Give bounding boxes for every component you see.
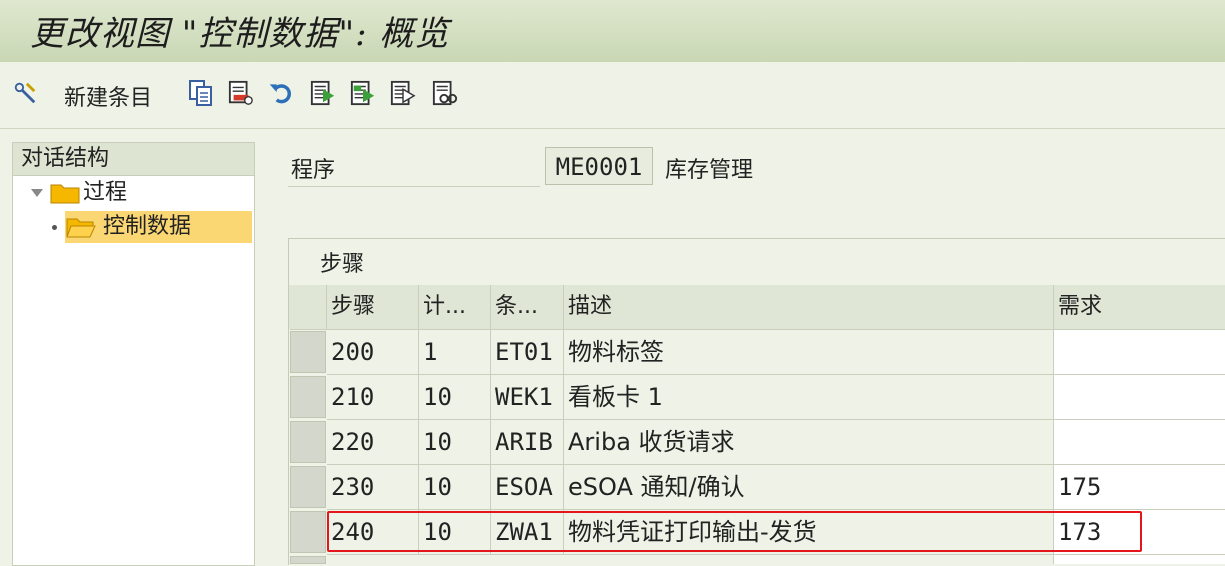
delete-icon[interactable] xyxy=(228,78,254,108)
open-folder-icon xyxy=(66,218,96,238)
copy-icon[interactable] xyxy=(188,78,214,108)
cell-step: 220 xyxy=(327,420,419,465)
row-selector[interactable] xyxy=(290,331,326,373)
column-header-requirement[interactable]: 需求 xyxy=(1054,285,1225,330)
tree-item-label: 控制数据 xyxy=(103,214,192,239)
program-description: 库存管理 xyxy=(665,158,754,183)
steps-table-title: 步骤 xyxy=(320,252,365,277)
column-header-condition[interactable]: 条... xyxy=(491,285,564,330)
cell-condition: ET01 xyxy=(491,330,564,375)
column-header-counter[interactable]: 计... xyxy=(419,285,491,330)
empty-row xyxy=(327,555,1054,564)
expand-arrow-icon[interactable] xyxy=(31,189,43,197)
folder-icon xyxy=(50,184,80,204)
column-header-description[interactable]: 描述 xyxy=(564,285,1054,330)
select-all-cell[interactable] xyxy=(290,285,327,330)
cell-condition: ARIB xyxy=(491,420,564,465)
row-selector[interactable] xyxy=(290,421,326,463)
cell-condition: WEK1 xyxy=(491,375,564,420)
toolbar: 新建条目 xyxy=(0,62,1225,129)
cell-condition: ZWA1 xyxy=(491,510,564,555)
column-header-step[interactable]: 步骤 xyxy=(327,285,419,330)
row-selector[interactable] xyxy=(290,466,326,508)
dialog-structure-panel: 对话结构 过程 控制数据 xyxy=(12,142,255,566)
cell-description: 看板卡 1 xyxy=(564,375,1054,420)
cell-description: eSOA 通知/确认 xyxy=(564,465,1054,510)
cell-description: 物料标签 xyxy=(564,330,1054,375)
dialog-structure-header: 对话结构 xyxy=(13,143,254,176)
tree-item-control-data[interactable]: 控制数据 xyxy=(65,211,252,243)
new-entries-button[interactable]: 新建条目 xyxy=(64,80,152,112)
undo-icon[interactable] xyxy=(268,78,294,108)
cell-step: 200 xyxy=(327,330,419,375)
cell-counter: 10 xyxy=(419,420,491,465)
cell-requirement-input[interactable] xyxy=(1054,375,1225,420)
tree-item-label: 过程 xyxy=(83,180,128,205)
title-bar: 更改视图 "控制数据": 概览 xyxy=(0,0,1225,63)
cell-requirement-input[interactable]: 173 xyxy=(1054,510,1225,555)
cell-description: 物料凭证打印输出-发货 xyxy=(564,510,1054,555)
deselect-all-icon[interactable] xyxy=(390,78,416,108)
cell-counter: 1 xyxy=(419,330,491,375)
choose-icon[interactable] xyxy=(432,78,458,108)
display-change-icon[interactable] xyxy=(12,78,38,108)
cell-step: 240 xyxy=(327,510,419,555)
cell-requirement-input[interactable] xyxy=(1054,330,1225,375)
select-all-icon[interactable] xyxy=(310,78,336,108)
program-label: 程序 xyxy=(291,158,336,183)
program-field[interactable]: ME0001 xyxy=(545,147,653,185)
window-title: 更改视图 "控制数据": 概览 xyxy=(30,14,450,54)
cell-requirement-input[interactable]: 175 xyxy=(1054,465,1225,510)
select-block-icon[interactable] xyxy=(350,78,376,108)
cell-requirement-input[interactable] xyxy=(1054,420,1225,465)
tree-item-process[interactable]: 过程 xyxy=(13,177,252,209)
tree-bullet xyxy=(52,225,57,230)
empty-requirement-cell[interactable] xyxy=(1054,555,1225,564)
row-selector[interactable] xyxy=(290,556,326,564)
cell-counter: 10 xyxy=(419,510,491,555)
cell-condition: ESOA xyxy=(491,465,564,510)
row-selector[interactable] xyxy=(290,376,326,418)
cell-counter: 10 xyxy=(419,375,491,420)
cell-step: 230 xyxy=(327,465,419,510)
field-underline xyxy=(288,186,540,187)
row-selector[interactable] xyxy=(290,511,326,553)
cell-counter: 10 xyxy=(419,465,491,510)
cell-description: Ariba 收货请求 xyxy=(564,420,1054,465)
cell-step: 210 xyxy=(327,375,419,420)
